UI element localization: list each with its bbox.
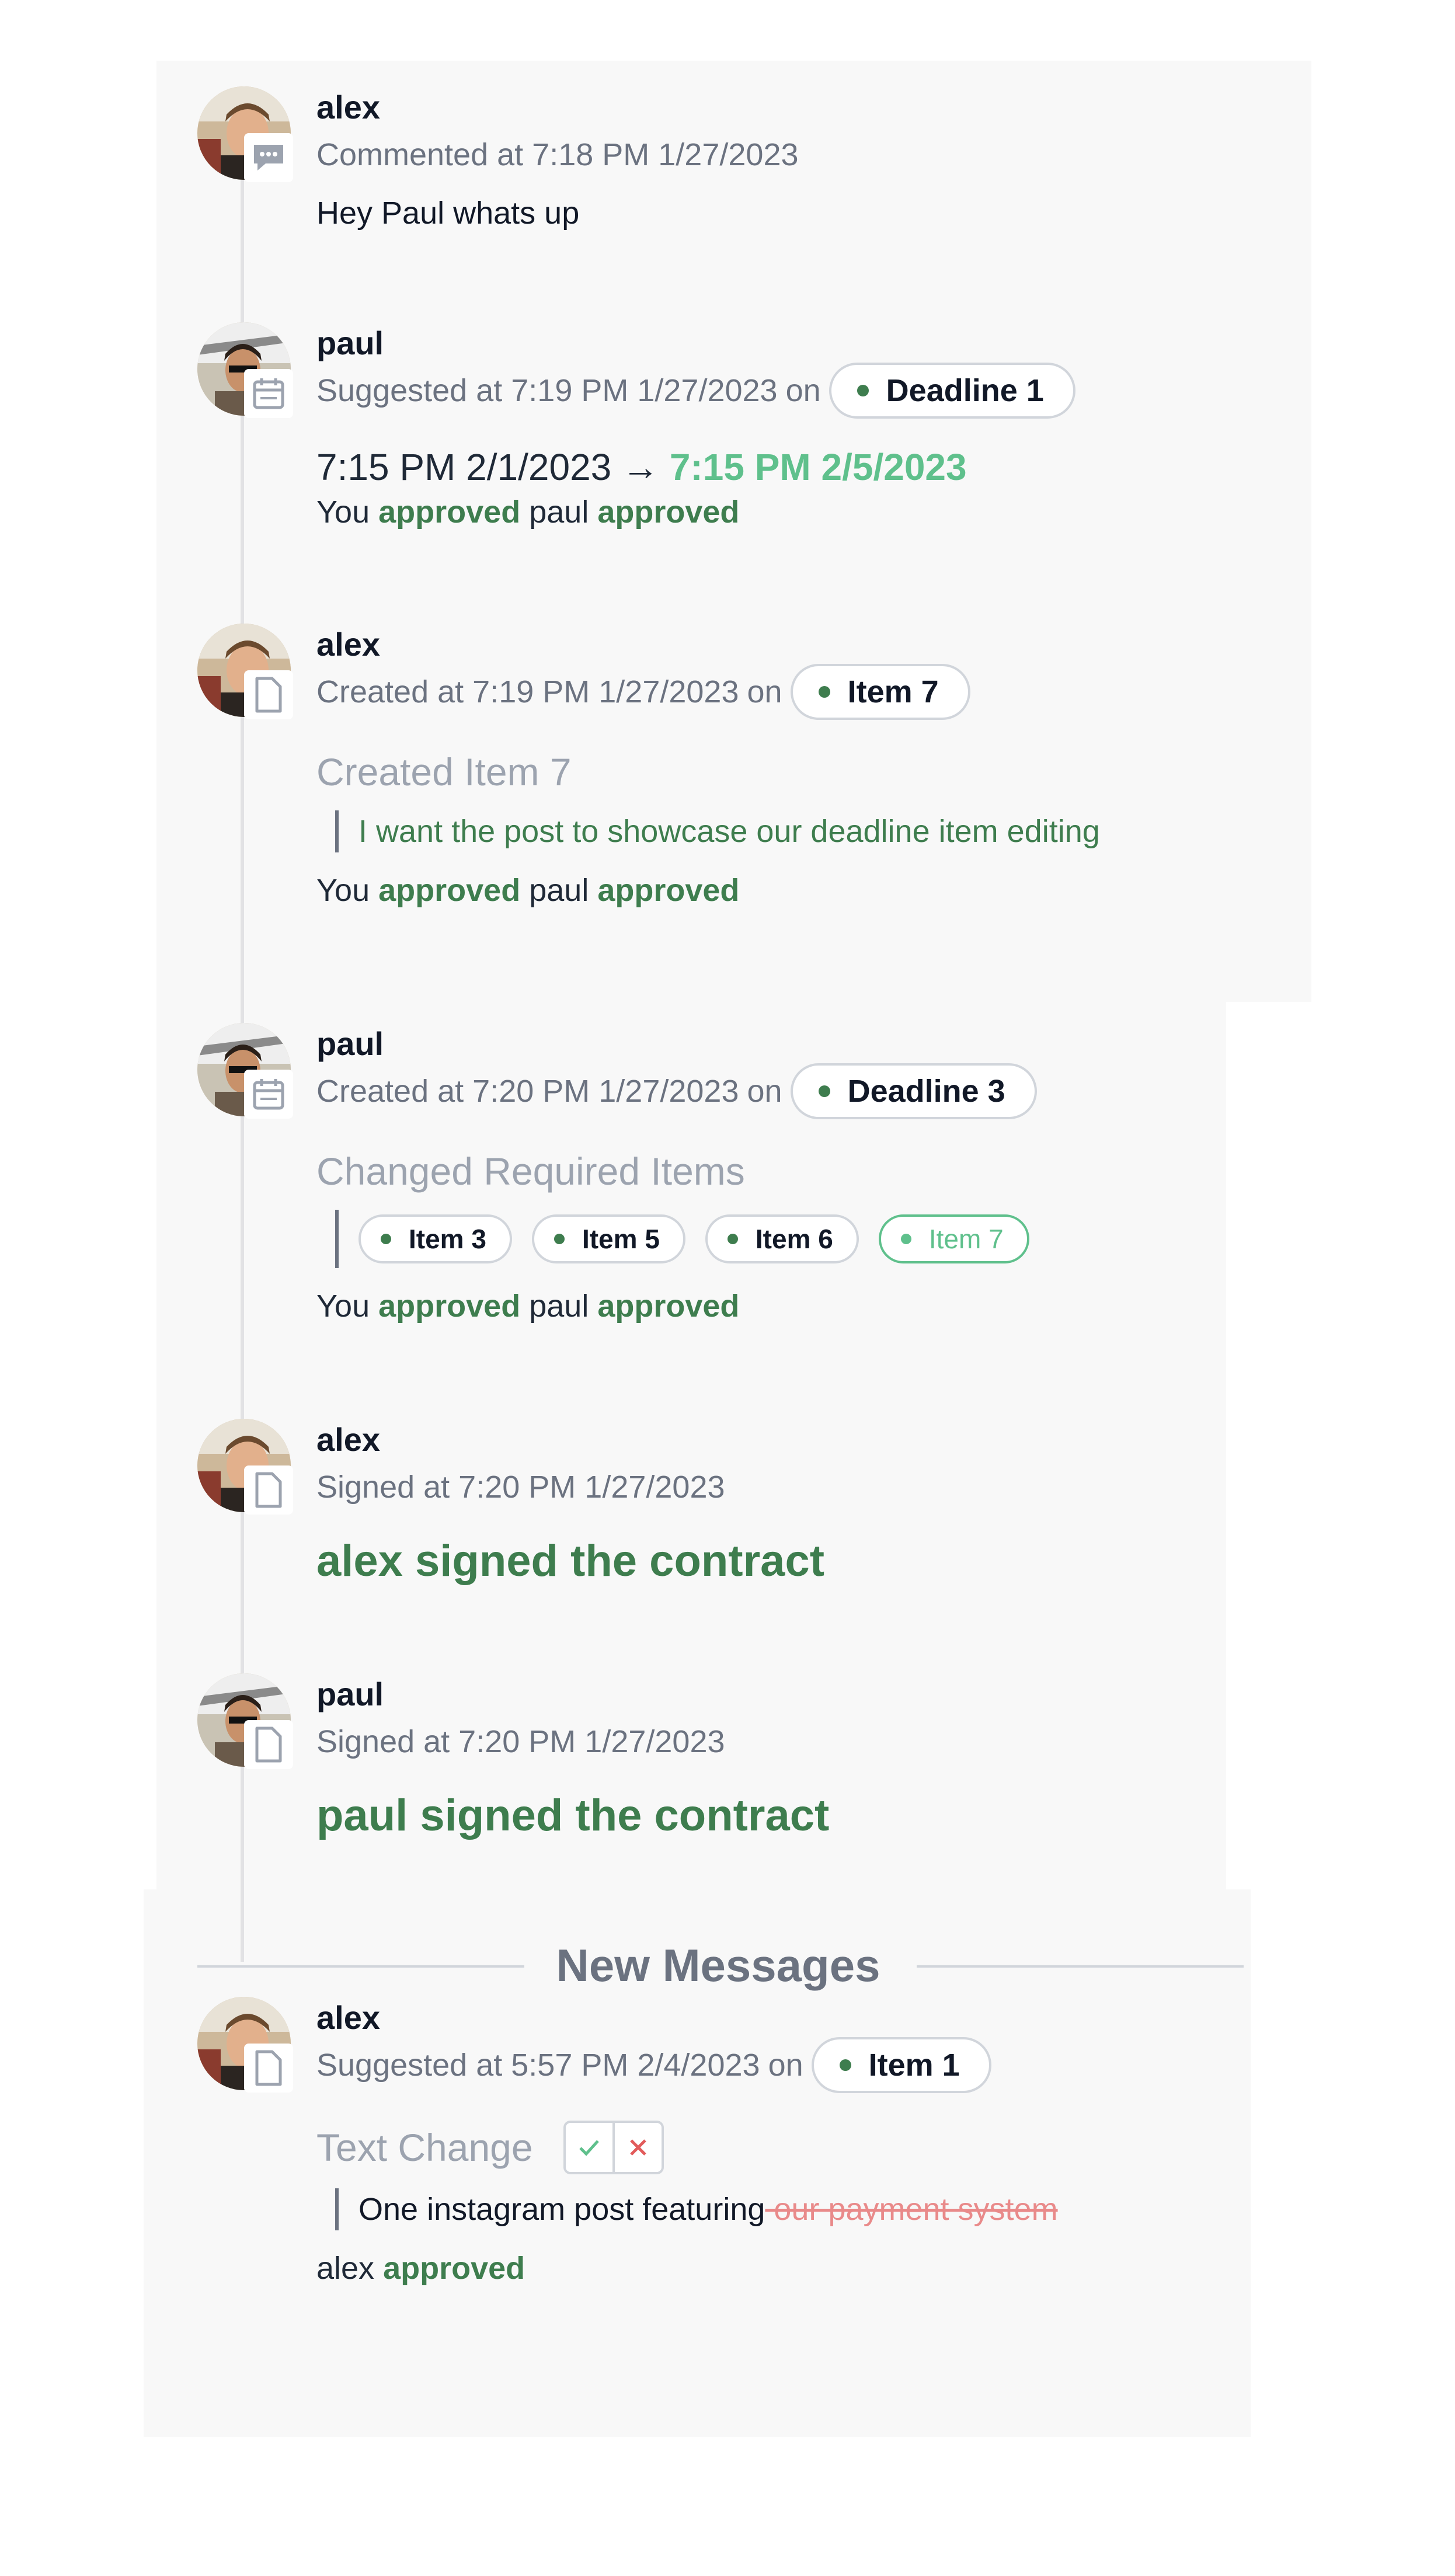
item-pill[interactable]: Item 5 xyxy=(531,1214,685,1263)
document-icon xyxy=(244,1720,293,1769)
signed-message: alex signed the contract xyxy=(316,1536,825,1586)
signed-message: paul signed the contract xyxy=(316,1791,830,1840)
quote-block: I want the post to showcase our deadline… xyxy=(335,810,1397,852)
status-dot xyxy=(818,1085,830,1097)
item-pill[interactable]: Item 7 xyxy=(790,664,970,720)
pill-label: Item 7 xyxy=(928,1224,1004,1254)
document-icon xyxy=(244,2044,293,2093)
on-label: on xyxy=(768,2048,803,2083)
action-timestamp: Created at 7:19 PM 1/27/2023 xyxy=(316,674,739,709)
reject-button[interactable] xyxy=(615,2123,662,2172)
username: alex xyxy=(316,1421,380,1458)
status-dot xyxy=(727,1234,738,1244)
change-title: Changed Required Items xyxy=(316,1150,745,1193)
new-messages-divider: New Messages xyxy=(556,1940,880,1991)
document-icon xyxy=(244,670,293,719)
deadline-pill[interactable]: Deadline 1 xyxy=(829,363,1075,419)
approval-status: You approved paul approved xyxy=(316,492,1397,532)
item-pill[interactable]: Item 1 xyxy=(811,2037,991,2093)
status-dot xyxy=(554,1234,565,1244)
comment-text: Hey Paul whats up xyxy=(316,196,580,231)
approver-other: paul xyxy=(529,1289,589,1324)
action-timestamp: Signed at 7:20 PM 1/27/2023 xyxy=(316,1470,725,1505)
status-dot xyxy=(381,1234,391,1244)
new-value: 7:15 PM 2/5/2023 xyxy=(669,446,967,488)
quote-block: Item 3 Item 5 Item 6 Item 7 xyxy=(335,1210,1397,1268)
check-icon xyxy=(579,2140,599,2156)
item-pill-added[interactable]: Item 7 xyxy=(878,1214,1029,1263)
approved-label: approved xyxy=(597,495,740,530)
deadline-pill[interactable]: Deadline 3 xyxy=(790,1063,1037,1119)
change-title: Created Item 7 xyxy=(316,750,572,793)
approver-other: paul xyxy=(529,495,589,530)
removed-text: our payment system xyxy=(765,2192,1058,2227)
comment-icon xyxy=(244,133,293,182)
status-dot xyxy=(839,2059,851,2071)
accept-button[interactable] xyxy=(566,2123,615,2172)
status-dot xyxy=(900,1234,911,1244)
action-timestamp: Commented at 7:18 PM 1/27/2023 xyxy=(316,137,799,172)
approved-label: approved xyxy=(378,873,521,908)
pill-label: Item 5 xyxy=(582,1224,660,1254)
username: alex xyxy=(316,626,380,663)
approver-you: You xyxy=(316,873,370,908)
username: alex xyxy=(316,89,380,126)
action-timestamp: Suggested at 7:19 PM 1/27/2023 xyxy=(316,373,778,408)
approver-you: You xyxy=(316,1289,370,1324)
on-label: on xyxy=(747,674,782,709)
pill-label: Deadline 1 xyxy=(886,373,1044,408)
approved-label: approved xyxy=(383,2251,525,2286)
approval-status: alex approved xyxy=(316,2248,1397,2289)
document-icon xyxy=(244,1465,293,1515)
accept-reject-buttons xyxy=(563,2121,664,2174)
username: alex xyxy=(316,1999,380,2036)
pill-label: Item 6 xyxy=(755,1224,833,1254)
action-timestamp: Signed at 7:20 PM 1/27/2023 xyxy=(316,1724,725,1759)
approved-label: approved xyxy=(378,1289,521,1324)
arrow-icon: → xyxy=(622,446,660,488)
divider-line-right xyxy=(917,1965,1244,1968)
divider-line-left xyxy=(197,1965,524,1968)
pill-label: Item 3 xyxy=(409,1224,486,1254)
quote-text: I want the post to showcase our deadline… xyxy=(358,814,1100,849)
username: paul xyxy=(316,1676,384,1712)
x-icon xyxy=(629,2139,646,2156)
approver-you: You xyxy=(316,495,370,530)
pill-label: Item 7 xyxy=(847,674,939,709)
quote-text: One instagram post featuring xyxy=(358,2192,765,2227)
item-pill[interactable]: Item 6 xyxy=(705,1214,859,1263)
pill-label: Deadline 3 xyxy=(847,1074,1005,1109)
item-pill[interactable]: Item 3 xyxy=(358,1214,512,1263)
action-timestamp: Created at 7:20 PM 1/27/2023 xyxy=(316,1074,739,1109)
approved-label: approved xyxy=(597,873,740,908)
change-title: Text Change xyxy=(316,2126,533,2169)
calendar-icon xyxy=(244,369,293,418)
calendar-icon xyxy=(244,1070,293,1119)
username: paul xyxy=(316,325,384,361)
approval-status: You approved paul approved xyxy=(316,870,1397,911)
on-label: on xyxy=(785,373,821,408)
approver-other: paul xyxy=(529,873,589,908)
on-label: on xyxy=(747,1074,782,1109)
approved-label: approved xyxy=(378,495,521,530)
pill-label: Item 1 xyxy=(868,2048,960,2083)
approval-status: You approved paul approved xyxy=(316,1286,1397,1327)
username: paul xyxy=(316,1025,384,1062)
quote-block: One instagram post featuring our payment… xyxy=(335,2188,1397,2230)
approved-label: approved xyxy=(597,1289,740,1324)
status-dot xyxy=(818,686,830,698)
status-dot xyxy=(857,385,869,396)
old-value: 7:15 PM 2/1/2023 xyxy=(316,446,612,488)
approver-other: alex xyxy=(316,2251,375,2286)
action-timestamp: Suggested at 5:57 PM 2/4/2023 xyxy=(316,2048,760,2083)
